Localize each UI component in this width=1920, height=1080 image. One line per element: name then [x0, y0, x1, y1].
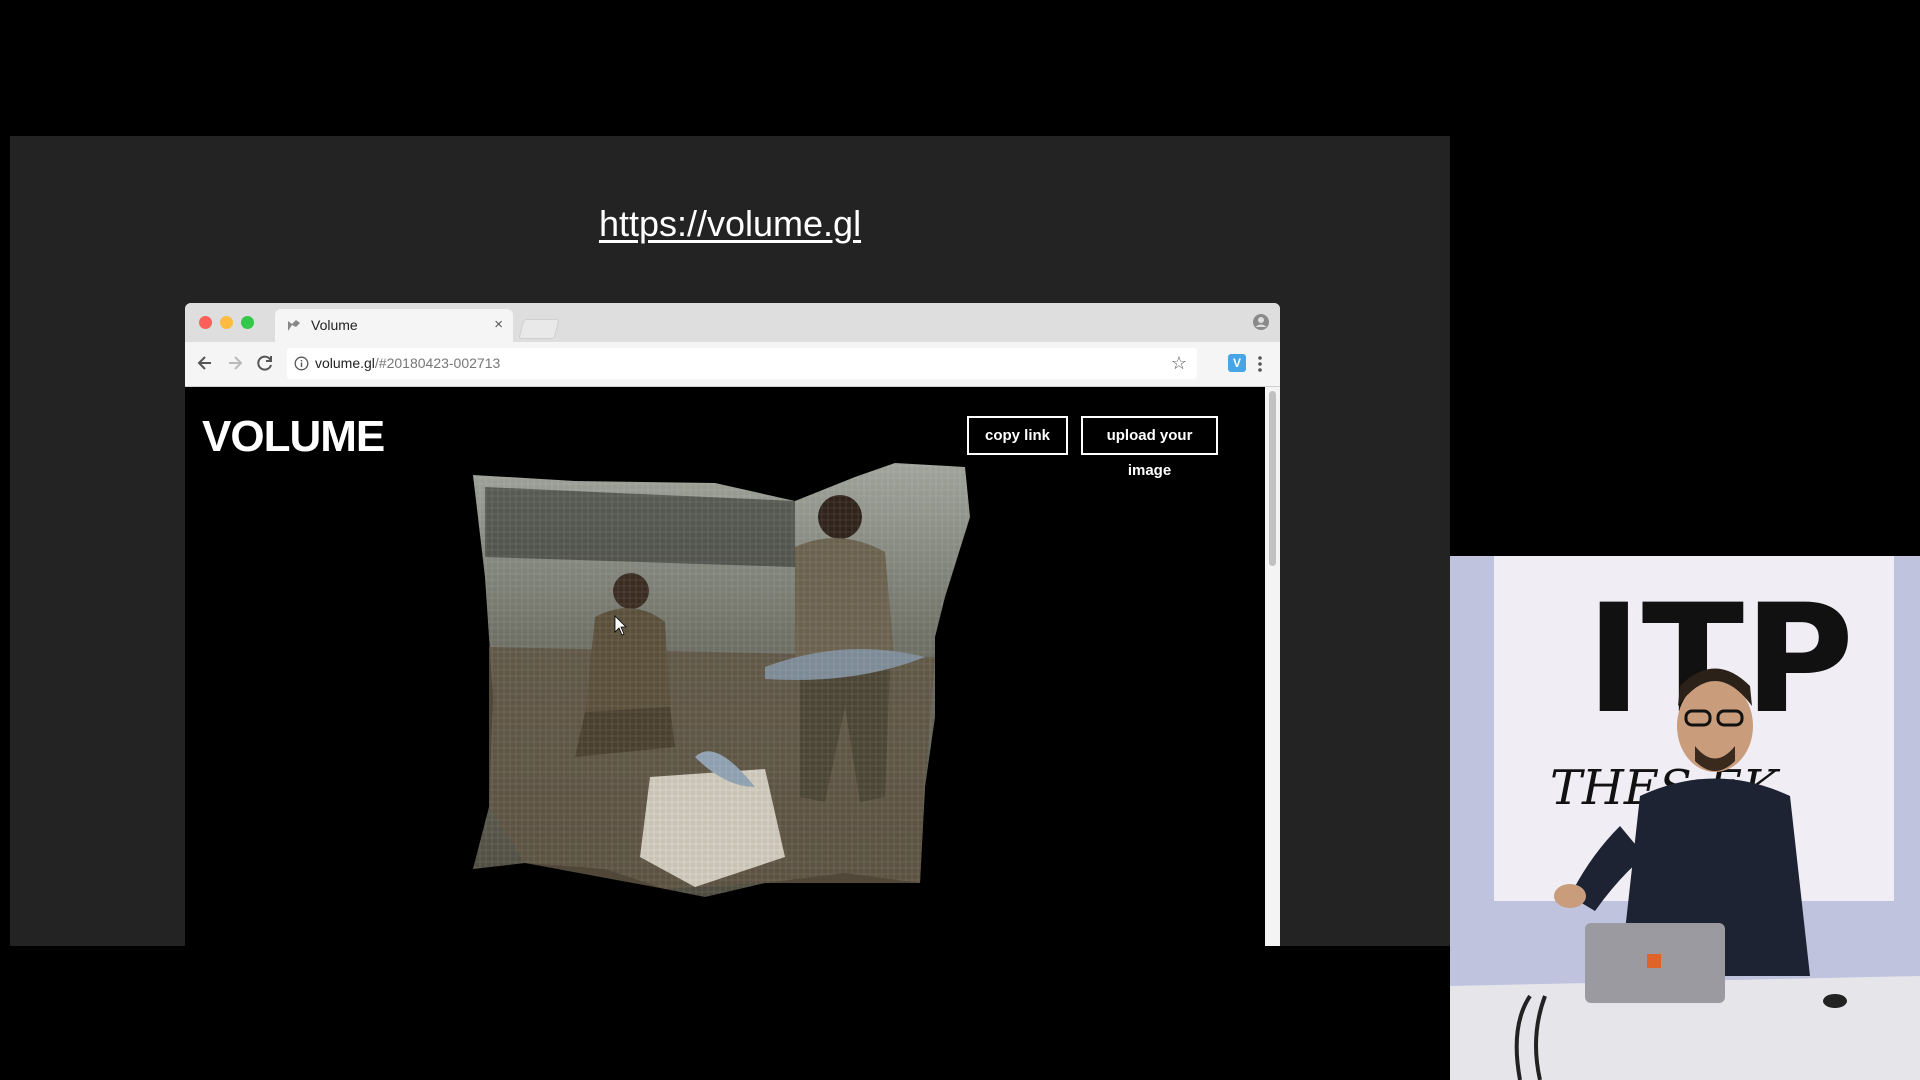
address-path: /#20180423-002713 [374, 355, 501, 371]
site-info-icon[interactable] [294, 356, 309, 371]
volume-favicon-icon [288, 320, 300, 331]
volume-logo[interactable]: VOLUME [202, 412, 385, 462]
volume-extension-icon[interactable]: V [1228, 354, 1246, 372]
copy-link-button[interactable]: copy link [967, 416, 1068, 455]
reload-icon[interactable] [255, 353, 275, 373]
minimize-window-button[interactable] [220, 316, 233, 329]
browser-toolbar: volume.gl/#20180423-002713 ☆ V [185, 342, 1280, 387]
slide-url-heading[interactable]: https://volume.gl [10, 203, 1450, 245]
speaker-video-frame: ITP THES EK [1450, 556, 1920, 1080]
back-arrow-icon[interactable] [195, 353, 215, 373]
address-text: volume.gl/#20180423-002713 [315, 355, 500, 371]
3d-volume-canvas[interactable] [465, 457, 1085, 917]
browser-titlebar: Volume × [185, 303, 1280, 342]
browser-window: Volume × volume.gl/#20180423-002713 ☆ V … [185, 303, 1280, 946]
address-host: volume.gl [315, 355, 375, 371]
speaker-video-inset: ITP THES EK [1450, 556, 1920, 1080]
close-tab-icon[interactable]: × [494, 316, 503, 333]
new-tab-button[interactable] [518, 319, 560, 339]
browser-tab-volume[interactable]: Volume × [275, 309, 513, 342]
bookmark-star-icon[interactable]: ☆ [1171, 353, 1187, 374]
address-bar[interactable]: volume.gl/#20180423-002713 ☆ [287, 348, 1197, 379]
tab-title: Volume [311, 317, 358, 333]
mouse [1823, 994, 1847, 1008]
profile-icon[interactable] [1252, 313, 1270, 331]
forward-arrow-icon[interactable] [225, 353, 245, 373]
close-window-button[interactable] [199, 316, 212, 329]
upload-image-button[interactable]: upload your image [1081, 416, 1218, 479]
maximize-window-button[interactable] [241, 316, 254, 329]
laptop-sticker [1647, 954, 1661, 968]
page-scrollbar[interactable] [1265, 387, 1280, 946]
browser-menu-icon[interactable] [1257, 354, 1263, 374]
presentation-slide: https://volume.gl Volume × volume.gl/#20… [10, 136, 1450, 946]
page-viewport: VOLUME copy link upload your image [185, 387, 1280, 946]
scrollbar-thumb[interactable] [1269, 391, 1276, 566]
